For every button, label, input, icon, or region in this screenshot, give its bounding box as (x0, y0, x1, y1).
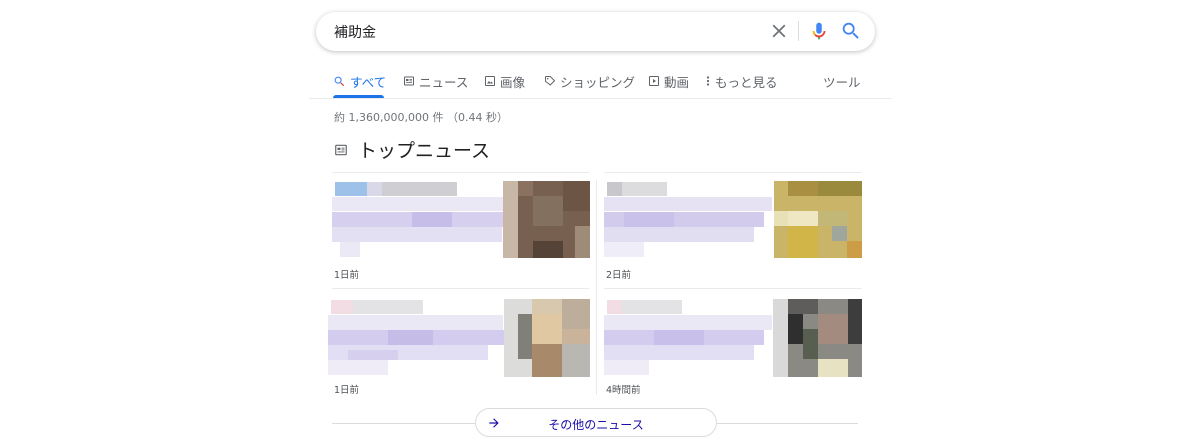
news-card[interactable]: 4時間前 (604, 299, 862, 399)
news-card[interactable]: 2日前 (604, 181, 862, 281)
news-thumbnail (503, 181, 590, 258)
divider (596, 180, 597, 395)
more-news-button[interactable]: その他のニュース (475, 408, 717, 437)
section-title: トップニュース (358, 140, 491, 162)
tab-label: 画像 (500, 74, 526, 90)
news-card[interactable]: 1日前 (328, 299, 590, 399)
tab-label: もっと見る (715, 74, 778, 90)
news-thumbnail (773, 299, 862, 377)
news-time: 1日前 (334, 385, 360, 396)
divider (604, 288, 862, 289)
news-icon (335, 144, 347, 155)
blurred-headline (604, 182, 772, 257)
tab-tools[interactable]: ツール (823, 72, 861, 90)
top-news-heading: トップニュース (334, 136, 490, 163)
tabs-divider (309, 98, 892, 99)
news-thumbnail (504, 299, 590, 377)
tab-all[interactable]: すべて (333, 72, 386, 90)
divider (716, 423, 858, 424)
blurred-headline (604, 300, 772, 375)
news-card[interactable]: 1日前 (332, 181, 590, 281)
tab-label: 動画 (664, 74, 690, 90)
tab-videos[interactable]: 動画 (648, 72, 689, 90)
blurred-headline (328, 300, 506, 375)
tab-label: ショッピング (560, 74, 636, 90)
news-icon (404, 76, 414, 86)
news-time: 2日前 (606, 270, 632, 281)
blurred-headline (332, 182, 507, 257)
tab-label: ツール (823, 74, 861, 90)
divider (604, 172, 862, 173)
tab-label: すべて (350, 74, 387, 90)
tab-label: ニュース (419, 74, 469, 90)
tab-shopping[interactable]: ショッピング (544, 72, 635, 90)
more-news-label: その他のニュース (548, 418, 644, 432)
tab-images[interactable]: 画像 (484, 72, 525, 90)
video-icon (649, 76, 659, 86)
news-time: 4時間前 (606, 385, 641, 396)
news-thumbnail (774, 181, 862, 258)
news-time: 1日前 (334, 270, 360, 281)
more-vert-icon (706, 76, 710, 86)
tag-icon (545, 76, 555, 86)
search-icon (334, 76, 345, 86)
search-tabs: すべて ニュース 画像 ショッピング 動画 もっと見る ツール (0, 0, 1200, 100)
result-stats: 約 1,360,000,000 件 （0.44 秒） (334, 111, 508, 124)
image-icon (485, 76, 495, 86)
divider (332, 423, 476, 424)
divider (332, 172, 589, 173)
tab-more[interactable]: もっと見る (705, 72, 778, 90)
divider (332, 288, 589, 289)
tab-news[interactable]: ニュース (403, 72, 468, 90)
